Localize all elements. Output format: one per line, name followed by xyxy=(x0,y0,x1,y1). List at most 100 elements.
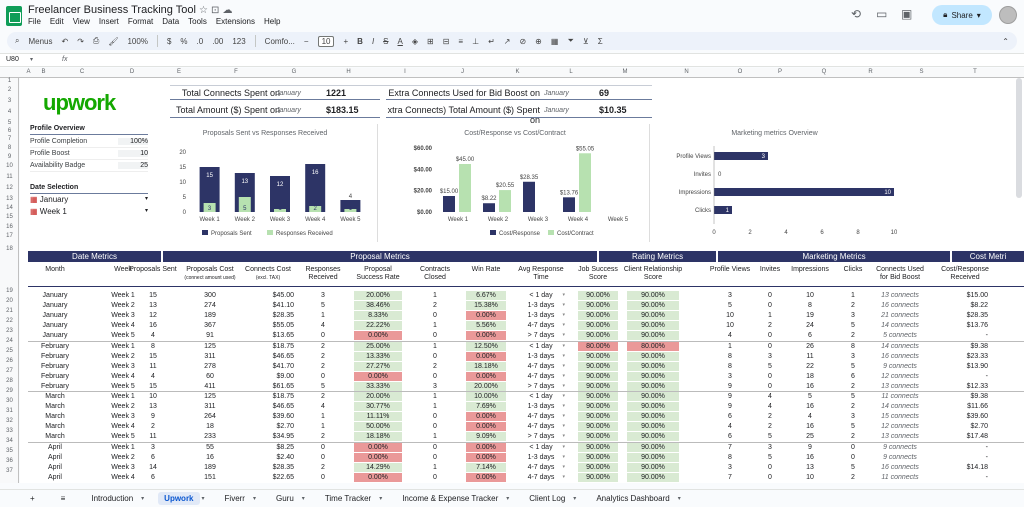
filter-icon[interactable]: ⏷ xyxy=(567,36,573,46)
row-header[interactable]: 18 xyxy=(0,246,19,252)
tab-time-tracker[interactable]: Time Tracker xyxy=(319,492,377,505)
menu-format[interactable]: Format xyxy=(128,17,153,26)
column-header-b[interactable]: B xyxy=(35,69,52,75)
tab-introduction[interactable]: Introduction xyxy=(85,492,139,505)
wrap-icon[interactable]: ↵ xyxy=(488,37,495,46)
sheets-logo-icon[interactable] xyxy=(6,6,22,26)
row-header[interactable]: 27 xyxy=(0,368,19,374)
chevron-down-icon[interactable]: ▾ xyxy=(573,495,576,502)
table-cell[interactable]: 1-3 days ▾ xyxy=(517,311,565,320)
row-header[interactable]: 17 xyxy=(0,233,19,239)
redo-icon[interactable]: ↷ xyxy=(77,37,84,46)
chevron-down-icon[interactable]: ▾ xyxy=(379,495,382,502)
table-cell[interactable]: 4-7 days ▾ xyxy=(517,372,565,381)
table-cell[interactable]: > 7 days ▾ xyxy=(517,331,565,340)
row-header[interactable]: 13 xyxy=(0,196,19,202)
row-header[interactable]: 21 xyxy=(0,308,19,314)
row-header[interactable]: 5 xyxy=(0,120,19,126)
bold-icon[interactable]: B xyxy=(357,37,363,46)
increase-decimal-button[interactable]: .00 xyxy=(212,37,223,46)
table-row[interactable]: February Week 1 8 125 $18.75 2 25.00% 1 12.50% < … xyxy=(20,341,1024,352)
merge-icon[interactable]: ⊟ xyxy=(443,37,450,46)
table-row[interactable]: January Week 3 12 189 $28.35 1 8.33% 0 0.00% 1-3 … xyxy=(20,311,1024,321)
row-header[interactable]: 25 xyxy=(0,348,19,354)
sheet-grid[interactable]: upwork Total Connects Spent on January 1… xyxy=(20,78,1024,483)
row-header[interactable]: 22 xyxy=(0,318,19,324)
row-header[interactable]: 28 xyxy=(0,378,19,384)
table-cell[interactable]: < 1 day ▾ xyxy=(517,392,565,401)
row-header[interactable]: 19 xyxy=(0,288,19,294)
column-header-f[interactable]: F xyxy=(206,69,266,75)
row-header[interactable]: 34 xyxy=(0,438,19,444)
table-cell[interactable]: 4-7 days ▾ xyxy=(517,463,565,472)
column-header-n[interactable]: N xyxy=(653,69,720,75)
row-header[interactable]: 4 xyxy=(0,109,19,115)
row-header[interactable]: 37 xyxy=(0,468,19,474)
row-header[interactable]: 29 xyxy=(0,388,19,394)
menu-edit[interactable]: Edit xyxy=(50,17,64,26)
table-row[interactable]: March Week 3 9 264 $39.60 1 11.11% 0 0.00% 4-7 da… xyxy=(20,412,1024,422)
column-header-o[interactable]: O xyxy=(720,69,760,75)
column-header-l[interactable]: L xyxy=(545,69,597,75)
paint-format-icon[interactable]: 🖌︎ xyxy=(108,37,118,46)
comment-icon[interactable]: ⊕ xyxy=(535,37,542,46)
row-header[interactable]: 23 xyxy=(0,328,19,334)
profile-value[interactable]: 100% xyxy=(118,138,148,145)
table-row[interactable]: April Week 3 14 189 $28.35 2 14.29% 1 7.14% 4-7 d… xyxy=(20,462,1024,473)
column-header-h[interactable]: H xyxy=(322,69,375,75)
zoom-select[interactable]: 100% xyxy=(127,37,147,46)
chevron-down-icon[interactable]: ▾ xyxy=(678,495,681,502)
column-header-k[interactable]: K xyxy=(490,69,545,75)
menu-extensions[interactable]: Extensions xyxy=(216,17,255,26)
row-header[interactable]: 31 xyxy=(0,408,19,414)
row-header[interactable]: 30 xyxy=(0,398,19,404)
link-icon[interactable]: ⊘ xyxy=(519,37,526,46)
row-header[interactable]: 36 xyxy=(0,458,19,464)
column-header-j[interactable]: J xyxy=(435,69,490,75)
summary-month-3[interactable]: January xyxy=(544,90,569,97)
table-row[interactable]: January Week 1 15 300 $45.00 3 20.00% 1 6.67% < 1… xyxy=(20,291,1024,301)
table-row[interactable]: February Week 3 11 278 $41.70 2 27.27% 2 18.18% 4… xyxy=(20,361,1024,372)
filter-views-icon[interactable]: ⊻ xyxy=(583,37,589,46)
table-row[interactable]: April Week 4 6 151 $22.65 0 0.00% 0 0.00% 4-7 day… xyxy=(20,472,1024,483)
print-icon[interactable]: ⎙ xyxy=(93,36,99,46)
fill-color-icon[interactable]: ◈ xyxy=(412,37,418,46)
table-cell[interactable]: > 7 days ▾ xyxy=(517,432,565,441)
row-header[interactable]: 35 xyxy=(0,448,19,454)
table-cell[interactable]: 1-3 days ▾ xyxy=(517,402,565,411)
chevron-down-icon[interactable]: ▾ xyxy=(253,495,256,502)
vertical-scrollbar[interactable] xyxy=(1016,78,1022,198)
profile-value[interactable]: 10 xyxy=(118,150,148,157)
undo-icon[interactable]: ↶ xyxy=(62,37,69,46)
column-header-e[interactable]: E xyxy=(152,69,206,75)
column-header-g[interactable]: G xyxy=(266,69,322,75)
all-sheets-icon[interactable]: ≡ xyxy=(55,492,72,505)
table-row[interactable]: March Week 1 10 125 $18.75 2 20.00% 1 10.00% < 1 … xyxy=(20,392,1024,402)
row-header[interactable]: 3 xyxy=(0,98,19,104)
move-icon[interactable]: ⊡ xyxy=(211,5,219,16)
star-icon[interactable]: ☆ xyxy=(199,5,208,16)
borders-icon[interactable]: ⊞ xyxy=(427,37,434,46)
row-header[interactable]: 14 xyxy=(0,205,19,211)
table-cell[interactable]: 4-7 days ▾ xyxy=(517,321,565,330)
more-formats-button[interactable]: 123 xyxy=(232,37,245,46)
row-header[interactable]: 6 xyxy=(0,128,19,134)
column-header-q[interactable]: Q xyxy=(800,69,848,75)
table-row[interactable]: March Week 2 13 311 $46.65 4 30.77% 1 7.69% 1-3 d… xyxy=(20,402,1024,412)
row-header[interactable]: 11 xyxy=(0,174,19,180)
row-header[interactable]: 12 xyxy=(0,185,19,191)
column-header-p[interactable]: P xyxy=(760,69,800,75)
valign-icon[interactable]: ⊥ xyxy=(472,37,479,46)
percent-button[interactable]: % xyxy=(180,37,187,46)
row-header[interactable]: 2 xyxy=(0,87,19,93)
column-header-s[interactable]: S xyxy=(893,69,950,75)
decrease-decimal-button[interactable]: .0 xyxy=(197,37,204,46)
tab-fiverr[interactable]: Fiverr xyxy=(219,492,251,505)
share-button[interactable]: 🔒︎ Share ▾ xyxy=(932,5,992,25)
table-row[interactable]: January Week 2 13 274 $41.10 5 38.46% 2 15.38% 1-… xyxy=(20,301,1024,311)
chevron-down-icon[interactable]: ▾ xyxy=(141,495,144,502)
font-size-input[interactable]: 10 xyxy=(317,35,335,47)
table-row[interactable]: April Week 1 3 55 $8.25 0 0.00% 0 0.00% < 1 day ▾ 9… xyxy=(20,442,1024,453)
table-row[interactable]: April Week 2 6 16 $2.40 0 0.00% 0 0.00% 1-3 days ▾… xyxy=(20,452,1024,463)
meet-icon[interactable]: ▣ xyxy=(901,7,912,21)
